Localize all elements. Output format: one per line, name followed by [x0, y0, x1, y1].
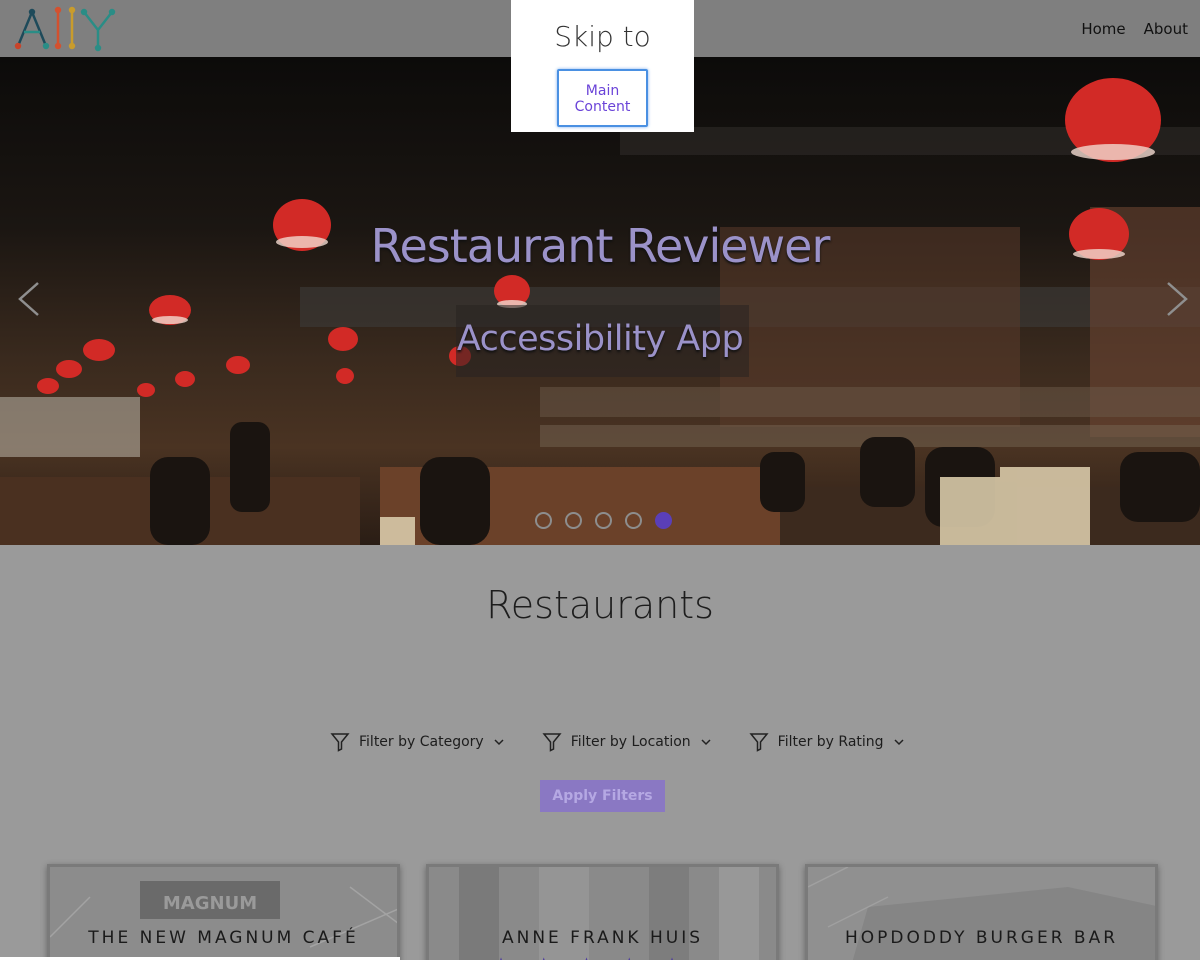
filter-rating-label: Filter by Rating	[777, 734, 884, 750]
skip-to-dialog: Skip to Main Content	[511, 0, 694, 132]
rating-stars: ★★★★★	[429, 955, 776, 960]
chevron-down-icon	[701, 739, 711, 746]
funnel-icon	[542, 733, 562, 752]
filter-rating-dropdown[interactable]: Filter by Rating	[749, 732, 905, 752]
apply-filters-button[interactable]: Apply Filters	[540, 780, 665, 812]
page-title: Restaurants	[486, 583, 714, 627]
main-nav: Home About	[1081, 20, 1188, 38]
carousel-dot[interactable]	[565, 512, 582, 529]
chevron-down-icon	[494, 739, 504, 746]
skip-to-main-content-link[interactable]: Main Content	[557, 69, 648, 127]
restaurant-card-title: ANNE FRANK HUIS	[501, 928, 704, 948]
a11y-logo[interactable]	[14, 6, 118, 52]
filter-category-dropdown[interactable]: Filter by Category	[330, 732, 505, 752]
hero-title: Restaurant Reviewer	[370, 219, 831, 273]
restaurant-card-title: HOPDODDY BURGER BAR	[844, 928, 1119, 948]
carousel-dot-active[interactable]	[655, 512, 672, 529]
magnum-sign: MAGNUM	[163, 893, 257, 914]
carousel-dot[interactable]	[625, 512, 642, 529]
carousel-dot[interactable]	[595, 512, 612, 529]
hero-subtitle: Accessibility App	[456, 319, 744, 359]
filter-location-dropdown[interactable]: Filter by Location	[542, 732, 712, 752]
chevron-down-icon	[894, 739, 904, 746]
restaurant-card[interactable]: HOPDODDY BURGER BAR	[805, 864, 1158, 960]
restaurant-card[interactable]: MAGNUM THE NEW MAGNUM CAFÉ	[47, 864, 400, 960]
restaurant-card[interactable]: ANNE FRANK HUIS ★★★★★	[426, 864, 779, 960]
svg-text:MAGNUM: MAGNUM	[163, 893, 257, 914]
nav-home-link[interactable]: Home	[1081, 20, 1125, 38]
filter-location-label: Filter by Location	[570, 734, 691, 750]
filter-category-label: Filter by Category	[359, 734, 484, 750]
restaurant-card-title: THE NEW MAGNUM CAFÉ	[88, 928, 359, 948]
carousel-next-arrow-icon[interactable]	[1162, 279, 1192, 319]
carousel-dot[interactable]	[535, 512, 552, 529]
filter-bar: Filter by Category Filter by Location Fi…	[330, 732, 942, 752]
carousel-prev-arrow-icon[interactable]	[14, 279, 44, 319]
skip-dialog-title: Skip to	[554, 20, 651, 53]
carousel-indicators	[535, 512, 672, 529]
funnel-icon	[749, 733, 769, 752]
funnel-icon	[330, 733, 350, 752]
nav-about-link[interactable]: About	[1144, 20, 1188, 38]
